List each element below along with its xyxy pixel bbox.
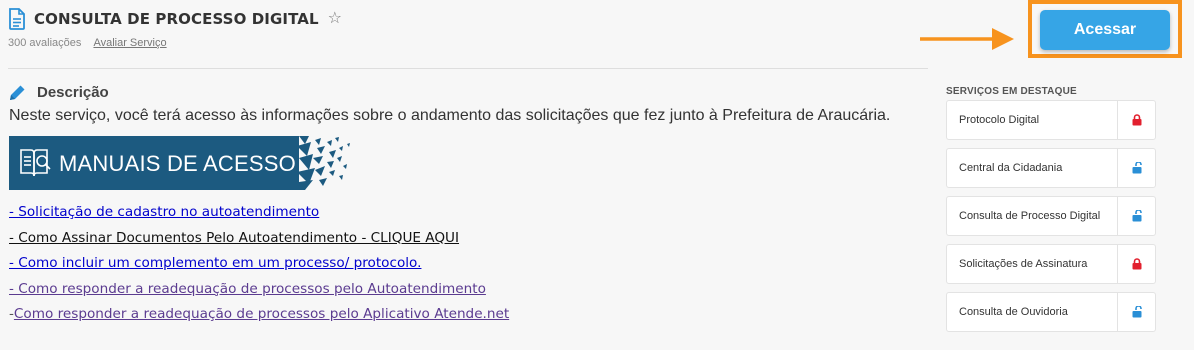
featured-item-label: Consulta de Ouvidoria — [959, 306, 1068, 318]
featured-item-label: Protocolo Digital — [959, 114, 1040, 126]
document-icon — [9, 8, 25, 30]
arrow-pointer-icon — [920, 28, 1014, 50]
favorite-star-icon[interactable]: ☆ — [328, 11, 342, 27]
manual-links-list: - Solicitação de cadastro no autoatendim… — [9, 202, 509, 330]
link-readequacao-autoatendimento[interactable]: - Como responder a readequação de proces… — [9, 279, 509, 305]
featured-item-central-cidadania[interactable]: Central da Cidadania — [946, 148, 1156, 188]
featured-item-consulta-ouvidoria[interactable]: Consulta de Ouvidoria — [946, 292, 1156, 332]
service-header: CONSULTA DE PROCESSO DIGITAL ☆ 300 avali… — [8, 8, 342, 49]
link-incluir-complemento[interactable]: - Como incluir um complemento em um proc… — [9, 253, 509, 279]
featured-services: SERVIÇOS EM DESTAQUE Protocolo Digital C… — [946, 86, 1156, 340]
link-assinar-documentos[interactable]: - Como Assinar Documentos Pelo Autoatend… — [9, 228, 509, 254]
lock-closed-icon — [1132, 114, 1141, 126]
lock-open-icon — [1132, 162, 1142, 174]
lock-open-icon — [1132, 306, 1142, 318]
featured-item-label: Consulta de Processo Digital — [959, 210, 1101, 222]
featured-item-solicitacoes-assinatura[interactable]: Solicitações de Assinatura — [946, 244, 1156, 284]
lock-closed-icon — [1132, 258, 1141, 270]
lock-open-icon — [1132, 210, 1142, 222]
rate-service-link[interactable]: Avaliar Serviço — [93, 37, 166, 49]
featured-item-label: Central da Cidadania — [959, 162, 1063, 174]
divider — [8, 68, 928, 69]
description-text: Neste serviço, você terá acesso às infor… — [9, 107, 891, 124]
ratings-count: 300 avaliações — [8, 37, 82, 49]
access-button[interactable]: Acessar — [1040, 10, 1170, 50]
description-heading: Descrição — [9, 84, 109, 101]
banner-title: MANUAIS DE ACESSO — [59, 151, 296, 176]
link-readequacao-aplicativo[interactable]: - Como responder a readequação de proces… — [9, 304, 509, 330]
description-title: Descrição — [37, 84, 109, 101]
featured-services-title: SERVIÇOS EM DESTAQUE — [946, 86, 1077, 97]
featured-item-consulta-processo[interactable]: Consulta de Processo Digital — [946, 196, 1156, 236]
featured-item-protocolo-digital[interactable]: Protocolo Digital — [946, 100, 1156, 140]
manuals-banner: MANUAIS DE ACESSO — [9, 136, 350, 190]
link-cadastro-autoatendimento[interactable]: - Solicitação de cadastro no autoatendim… — [9, 202, 509, 228]
featured-item-label: Solicitações de Assinatura — [959, 258, 1088, 270]
page-title: CONSULTA DE PROCESSO DIGITAL — [34, 10, 319, 28]
pencil-icon — [10, 85, 25, 100]
access-button-highlight: Acessar — [1028, 0, 1182, 58]
